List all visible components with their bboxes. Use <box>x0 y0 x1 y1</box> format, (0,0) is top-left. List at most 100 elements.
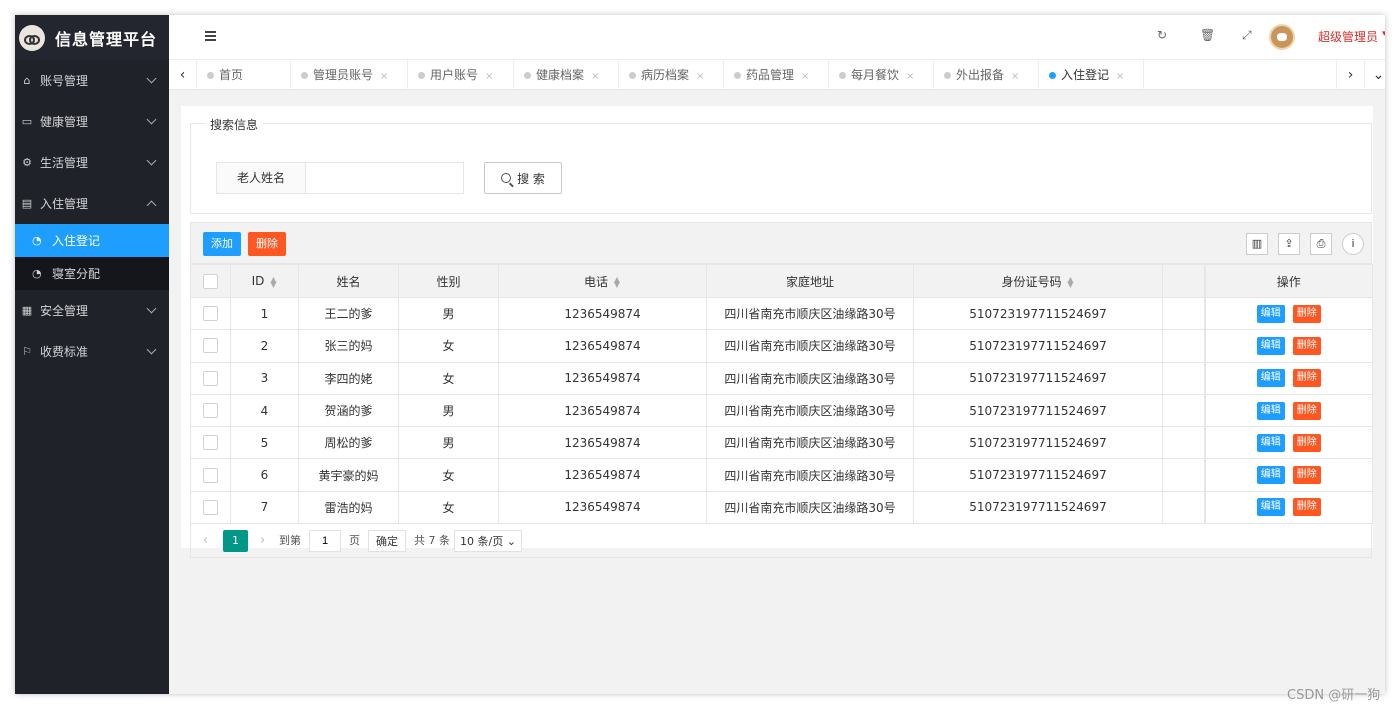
name-cell: 周松的爹 <box>298 426 399 460</box>
select-all-checkbox[interactable] <box>203 273 218 289</box>
close-icon[interactable]: × <box>1011 71 1019 82</box>
row-checkbox[interactable] <box>203 467 218 483</box>
tab-user-account[interactable]: 用户账号 × <box>408 60 514 90</box>
row-delete-button[interactable]: 删除 <box>1292 401 1321 420</box>
edit-button[interactable]: 编辑 <box>1256 401 1285 420</box>
dashboard-icon: ◔ <box>32 267 42 280</box>
row-checkbox[interactable] <box>203 306 218 322</box>
sidebar-item-account[interactable]: ⌂ 账号管理 <box>15 60 169 101</box>
actions-cell: 编辑 删除 <box>1203 426 1373 460</box>
sort-icon[interactable]: ▲ ▼ <box>613 276 621 289</box>
logo-avatar-icon <box>19 24 45 51</box>
tab-home[interactable]: 首页 <box>197 60 291 90</box>
row-delete-button[interactable]: 删除 <box>1292 433 1321 452</box>
export-icon[interactable]: ⇪ <box>1278 233 1300 255</box>
edit-button[interactable]: 编辑 <box>1256 304 1285 323</box>
sort-icon[interactable]: ▲ ▼ <box>1067 276 1075 289</box>
tab-checkin-register[interactable]: 入住登记 × <box>1039 60 1144 90</box>
sidebar-item-checkin[interactable]: ▤ 入住管理 <box>15 183 169 224</box>
row-checkbox[interactable] <box>203 499 218 515</box>
columns-filter-icon[interactable]: ▥ <box>1246 233 1268 255</box>
close-icon[interactable]: × <box>801 71 809 82</box>
sidebar-item-life[interactable]: ⚙ 生活管理 <box>15 142 169 183</box>
select-cell <box>190 361 231 395</box>
info-icon[interactable]: i <box>1342 233 1364 255</box>
edit-button[interactable]: 编辑 <box>1256 369 1285 388</box>
next-page-icon[interactable]: › <box>260 530 265 552</box>
prev-page-icon[interactable]: ‹ <box>203 530 208 552</box>
actions-cell: 编辑 删除 <box>1203 329 1373 363</box>
chevron-down-icon <box>146 114 157 125</box>
row-checkbox[interactable] <box>203 435 218 451</box>
tab-medical-records[interactable]: 病历档案 × <box>619 60 724 90</box>
row-checkbox[interactable] <box>203 370 218 386</box>
trash-icon[interactable]: 🗑 <box>1200 28 1215 42</box>
tab-admin-account[interactable]: 管理员账号 × <box>291 60 408 90</box>
close-icon[interactable]: × <box>591 71 599 82</box>
table-toolbar: 添加 删除 ▥ ⇪ ⎙ i <box>190 222 1372 264</box>
sort-icon[interactable]: ▲ ▼ <box>269 275 277 288</box>
submenu-checkin: ◔ 入住登记 ◔ 寝室分配 <box>15 224 169 290</box>
close-icon[interactable]: × <box>1116 71 1124 82</box>
chevron-down-icon <box>146 344 157 355</box>
select-cell <box>190 426 231 460</box>
sidebar-item-security[interactable]: ▦ 安全管理 <box>15 290 169 331</box>
edit-button[interactable]: 编辑 <box>1256 433 1285 452</box>
tab-monthly-meals[interactable]: 每月餐饮 × <box>829 60 934 90</box>
tab-label: 病历档案 <box>641 68 690 82</box>
flag-icon: ⚐ <box>22 345 32 358</box>
row-delete-button[interactable]: 删除 <box>1292 336 1321 355</box>
id-card-cell: 510723197711524697 <box>913 426 1163 460</box>
user-name[interactable]: 超级管理员 <box>1318 28 1378 45</box>
tab-scroll-right-icon[interactable]: › <box>1336 60 1364 90</box>
address-cell: 四川省南充市顺庆区油缘路30号 <box>706 490 914 525</box>
spacer-cell <box>1162 490 1205 525</box>
add-button[interactable]: 添加 <box>203 232 241 256</box>
edit-button[interactable]: 编辑 <box>1256 336 1285 355</box>
column-header-phone[interactable]: 电话 ▲ ▼ <box>498 264 707 298</box>
sidebar-subitem-room-allocation[interactable]: ◔ 寝室分配 <box>15 257 169 290</box>
delete-button[interactable]: 删除 <box>248 232 286 256</box>
tab-medicine[interactable]: 药品管理 × <box>724 60 829 90</box>
fullscreen-icon[interactable]: ⤢ <box>1242 28 1252 43</box>
close-icon[interactable]: × <box>906 71 914 82</box>
tab-health-records[interactable]: 健康档案 × <box>514 60 619 90</box>
sidebar-subitem-checkin-register[interactable]: ◔ 入住登记 <box>15 224 169 257</box>
tab-outing-report[interactable]: 外出报备 × <box>934 60 1039 90</box>
goto-confirm-button[interactable]: 确定 <box>368 530 406 552</box>
goto-page-input[interactable] <box>309 530 341 552</box>
gender-cell: 女 <box>398 329 499 363</box>
search-button[interactable]: 搜 索 <box>484 162 562 194</box>
sidebar-item-fees[interactable]: ⚐ 收费标准 <box>15 331 169 372</box>
tab-label: 健康档案 <box>536 68 585 82</box>
column-header-id-card[interactable]: 身份证号码 ▲ ▼ <box>913 264 1163 298</box>
sidebar-item-health[interactable]: ▭ 健康管理 <box>15 101 169 142</box>
actions-cell: 编辑 删除 <box>1203 458 1373 492</box>
row-delete-button[interactable]: 删除 <box>1292 498 1321 517</box>
edit-button[interactable]: 编辑 <box>1256 498 1285 517</box>
tab-menu-chevron-down-icon[interactable]: ⌄ <box>1364 60 1385 90</box>
caret-down-icon[interactable]: ▾ <box>1382 29 1385 39</box>
current-page[interactable]: 1 <box>223 530 248 552</box>
menu-toggle-icon[interactable] <box>205 31 216 41</box>
close-icon[interactable]: × <box>485 71 493 82</box>
elder-name-input[interactable] <box>306 162 464 194</box>
row-checkbox[interactable] <box>203 338 218 354</box>
row-delete-button[interactable]: 删除 <box>1292 304 1321 323</box>
sidebar-item-label: 安全管理 <box>40 304 89 318</box>
close-icon[interactable]: × <box>380 71 388 82</box>
edit-button[interactable]: 编辑 <box>1256 466 1285 485</box>
sidebar-subitem-label: 入住登记 <box>52 234 101 248</box>
row-checkbox[interactable] <box>203 403 218 419</box>
id-cell: 7 <box>230 490 299 525</box>
refresh-icon[interactable]: ↻ <box>1157 28 1167 42</box>
user-avatar[interactable] <box>1269 24 1295 50</box>
column-header-id[interactable]: ID ▲ ▼ <box>230 264 299 298</box>
close-icon[interactable]: × <box>696 71 704 82</box>
row-delete-button[interactable]: 删除 <box>1292 369 1321 388</box>
tab-scroll-left-icon[interactable]: ‹ <box>169 60 197 90</box>
row-delete-button[interactable]: 删除 <box>1292 466 1321 485</box>
print-icon[interactable]: ⎙ <box>1310 233 1332 255</box>
address-cell: 四川省南充市顺庆区油缘路30号 <box>706 361 914 395</box>
page-size-select[interactable]: 10 条/页 ⌄ <box>454 530 522 552</box>
